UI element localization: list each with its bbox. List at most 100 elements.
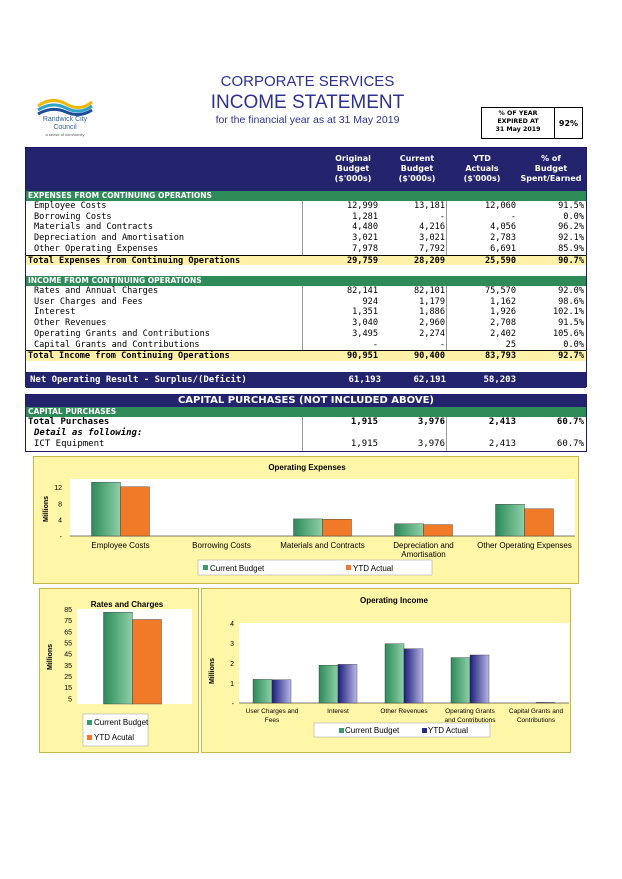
ict-current: 3,976 <box>417 439 445 449</box>
cell-curr: 2,274 <box>419 328 445 339</box>
col-header-line: Actuals <box>465 164 499 173</box>
detail-label-row: Detail as following: <box>26 428 586 439</box>
table-row: Operating Grants and Contributions 3,495 2… <box>26 329 586 340</box>
col-header-line: Current <box>399 154 435 163</box>
cell-pct: 85.9% <box>558 243 584 254</box>
cell-ytd: 2,708 <box>490 318 516 329</box>
legend-swatch-current-budget <box>339 728 344 733</box>
cell-curr: 13,181 <box>413 201 445 211</box>
cell-pct: 105.6% <box>552 328 584 339</box>
table-row: Capital Grants and Contributions - - 25 0.0% <box>26 340 586 351</box>
x-tick-label: Contributions <box>517 717 556 724</box>
table-row: Other Revenues 3,040 2,960 2,708 91.5% <box>26 318 586 329</box>
col-original-budget: Original Budget ($'000s) <box>323 154 383 184</box>
bar-current-budget <box>252 679 273 704</box>
total-purchases-pct: 60.7% <box>556 417 584 427</box>
cell-orig: 3,040 <box>352 318 378 329</box>
bar-current-budget <box>394 523 424 537</box>
cell-orig: 1,281 <box>352 211 378 222</box>
capital-purchases-heading: CAPITAL PURCHASES (NOT INCLUDED ABOVE) <box>26 395 586 407</box>
col-header-line: Budget <box>534 164 568 173</box>
row-label: Total Income from Continuing Operations <box>28 351 230 362</box>
year-expired-box: % OF YEAR EXPIRED AT 31 May 2019 92% <box>481 107 583 139</box>
y-tick-label: 3 <box>230 641 234 648</box>
table-row: Other Operating Expenses 7,978 7,792 6,691 8… <box>26 244 586 255</box>
legend-swatch-current-budget <box>203 565 208 570</box>
cell-pct: 90.7% <box>558 255 584 266</box>
bar-ytd-actual <box>423 524 453 537</box>
page-title: INCOME STATEMENT <box>210 92 405 113</box>
cell-curr: 90,400 <box>413 351 445 362</box>
col-header-line: Budget <box>400 164 434 173</box>
cell-pct: 92.1% <box>558 233 584 244</box>
y-tick-label: 25 <box>64 674 72 681</box>
x-tick-label: Other Operating Expenses <box>477 541 572 550</box>
operating-expenses-chart: Operating Expenses Millions 12 8 4 - Employee … <box>43 463 575 576</box>
cell-pct: 91.5% <box>558 201 584 211</box>
col-header-line: ($'000s) <box>398 174 436 183</box>
bar-current-budget <box>103 612 133 705</box>
x-tick-label: Amortisation <box>401 550 445 559</box>
bar-ytd-actual <box>403 648 424 704</box>
income-statement-table: Original Budget ($'000s) Current Budget … <box>25 147 587 388</box>
y-tick-label: 35 <box>64 663 72 670</box>
bar-current-budget <box>318 664 339 704</box>
cell-curr: 4,216 <box>419 222 445 233</box>
col-pct-budget: % of Budget Spent/Earned <box>514 154 588 184</box>
cell-curr: 2,960 <box>419 318 445 329</box>
bar-ytd-actual <box>120 486 150 537</box>
expired-label-line: EXPIRED AT <box>497 118 539 125</box>
y-tick-label: 55 <box>64 641 72 648</box>
bar-current-budget <box>495 504 525 537</box>
row-label: Rates and Annual Charges <box>34 286 159 296</box>
legend-label: YTD Actual <box>428 726 468 735</box>
cell-curr: 3,021 <box>419 233 445 244</box>
row-label: Borrowing Costs <box>34 211 112 222</box>
table-row: User Charges and Fees 924 1,179 1,162 98.6% <box>26 297 586 308</box>
capital-purchases-table: CAPITAL PURCHASES (NOT INCLUDED ABOVE) C… <box>25 394 587 452</box>
cell-ytd: 6,691 <box>490 243 516 254</box>
logo-text-line2: Council <box>53 124 77 131</box>
bar-ytd-actual <box>337 664 358 704</box>
cell-ytd: 2,402 <box>490 328 516 339</box>
table-row: Interest 1,351 1,886 1,926 102.1% <box>26 307 586 318</box>
x-tick-label: Materials and Contracts <box>280 541 364 550</box>
table-row: Borrowing Costs 1,281 - - 0.0% <box>26 212 586 223</box>
col-header-line: Original <box>335 154 371 163</box>
year-expired-value: 92% <box>558 118 579 128</box>
total-purchases-original: 1,915 <box>350 417 378 427</box>
row-label: Total Expenses from Continuing Operation… <box>28 255 241 266</box>
y-tick-label: 75 <box>64 618 72 625</box>
income-total-row: Total Income from Continuing Operations 9… <box>26 350 586 361</box>
expired-label-line: 31 May 2019 <box>495 126 541 133</box>
legend-label: YTD Acutal <box>94 733 134 742</box>
y-tick-label: 12 <box>54 485 62 492</box>
x-tick-label: Interest <box>327 708 349 715</box>
cell-ytd: 75,570 <box>484 286 516 296</box>
cell-ytd: - <box>510 211 516 222</box>
net-operating-result-row: Net Operating Result - Surplus/(Deficit)… <box>26 372 586 388</box>
x-tick-label: Borrowing Costs <box>192 541 251 550</box>
table-header: Original Budget ($'000s) Current Budget … <box>26 148 586 191</box>
y-tick-label: 65 <box>64 629 72 636</box>
page-subtitle: for the financial year as at 31 May 2019 <box>215 114 400 126</box>
bar-ytd-actual <box>524 508 554 537</box>
cell-orig: 82,141 <box>346 286 378 296</box>
total-purchases-current: 3,976 <box>417 417 445 427</box>
x-tick-label: Employee Costs <box>91 541 149 550</box>
cell-curr: 82,101 <box>413 286 445 296</box>
row-label: Materials and Contracts <box>34 222 153 233</box>
col-header-line: Spent/Earned <box>520 174 582 183</box>
col-header-line: Budget <box>336 164 370 173</box>
cell-orig: - <box>372 339 378 350</box>
cell-ytd: 2,783 <box>490 233 516 244</box>
bar-current-budget <box>91 482 121 537</box>
cell-ytd: 25,590 <box>484 255 516 266</box>
col-ytd-actuals: YTD Actuals ($'000s) <box>452 154 512 184</box>
cell-orig: 4,480 <box>352 222 378 233</box>
bar-ytd-actual <box>322 519 352 537</box>
table-row: Employee Costs 12,999 13,181 12,060 91.5% <box>26 201 586 212</box>
income-section-heading: INCOME FROM CONTINUING OPERATIONS <box>26 276 586 286</box>
rates-charges-panel: Rates and Charges Millions 85 75 65 55 45 35 25 1… <box>39 588 199 753</box>
ict-pct: 60.7% <box>556 439 584 449</box>
